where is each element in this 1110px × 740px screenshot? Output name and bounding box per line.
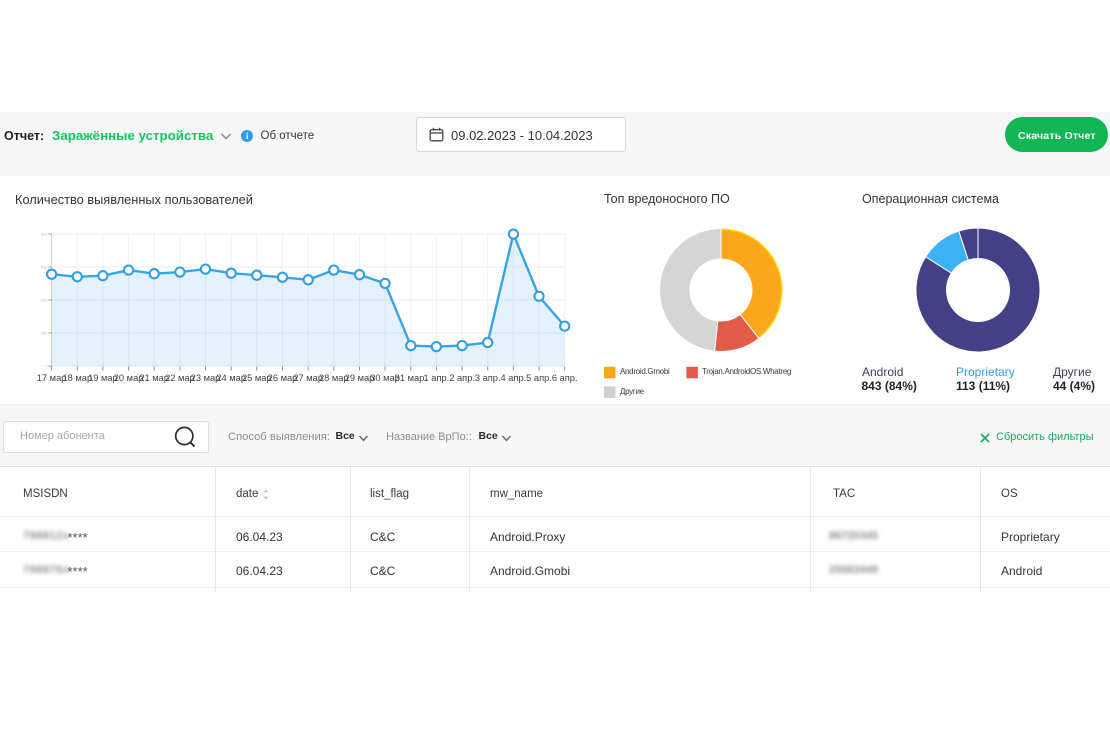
svg-text:200: 200 xyxy=(41,330,48,335)
svg-text:5 апр.: 5 апр. xyxy=(526,373,552,383)
svg-text:1 апр.: 1 апр. xyxy=(424,373,450,383)
svg-text:400: 400 xyxy=(41,297,48,302)
svg-text:0: 0 xyxy=(45,363,48,368)
svg-text:800: 800 xyxy=(41,231,48,236)
svg-text:4 апр.: 4 апр. xyxy=(501,373,527,383)
svg-text:3 апр.: 3 апр. xyxy=(475,373,501,383)
svg-text:6 апр.: 6 апр. xyxy=(552,373,578,383)
svg-text:2 апр.: 2 апр. xyxy=(449,373,475,383)
svg-text:600: 600 xyxy=(41,264,48,269)
svg-text:31 мар.: 31 мар. xyxy=(395,373,427,383)
